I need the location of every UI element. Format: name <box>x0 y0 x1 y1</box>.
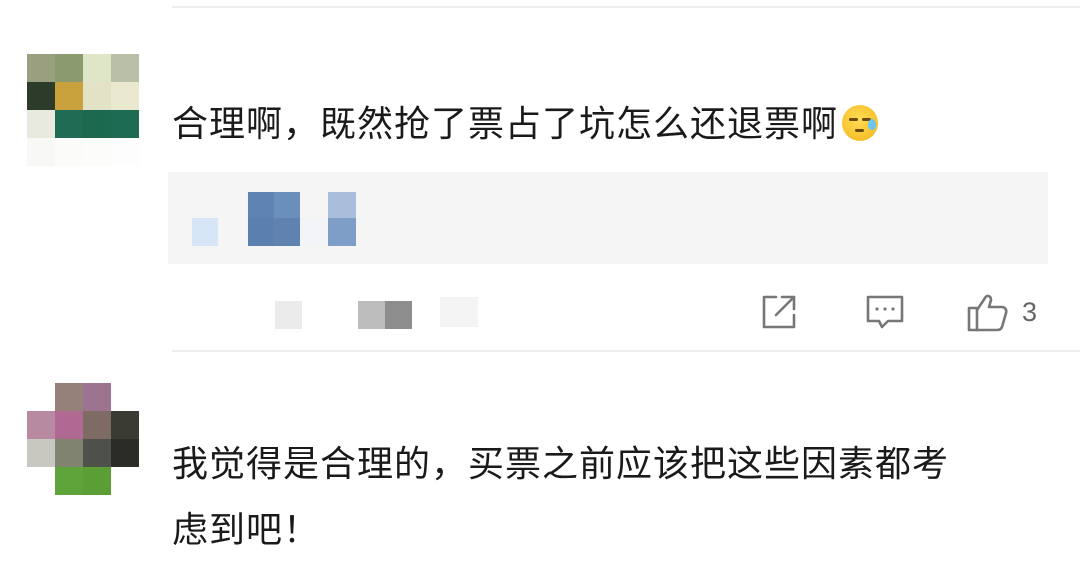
comment-text-line-2: 虑到吧！ <box>172 510 321 551</box>
like-count: 3 <box>1022 296 1038 327</box>
comment-text: 我觉得是合理的，买票之前应该把这些因素都考 虑到吧！ <box>172 436 949 560</box>
thumbs-up-icon <box>966 290 1010 334</box>
username[interactable] <box>166 56 306 86</box>
comment-icon <box>864 291 906 333</box>
username[interactable] <box>166 384 496 414</box>
comment-text: 合理啊，既然抢了票占了坑怎么还退票啊 <box>172 96 879 154</box>
share-button[interactable] <box>758 288 800 336</box>
like-button[interactable]: 3 <box>966 288 1037 336</box>
sweat-smile-emoji-icon <box>842 105 879 141</box>
share-icon <box>758 291 800 333</box>
top-divider <box>172 6 1080 8</box>
comment-text-body: 合理啊，既然抢了票占了坑怎么还退票啊 <box>172 104 839 145</box>
comment-text-line-1: 我觉得是合理的，买票之前应该把这些因素都考 <box>172 444 950 485</box>
comment-divider <box>172 350 1080 352</box>
avatar[interactable] <box>27 383 139 495</box>
avatar[interactable] <box>27 54 139 166</box>
comment-button[interactable] <box>864 288 906 336</box>
reply-preview[interactable] <box>168 172 1048 264</box>
